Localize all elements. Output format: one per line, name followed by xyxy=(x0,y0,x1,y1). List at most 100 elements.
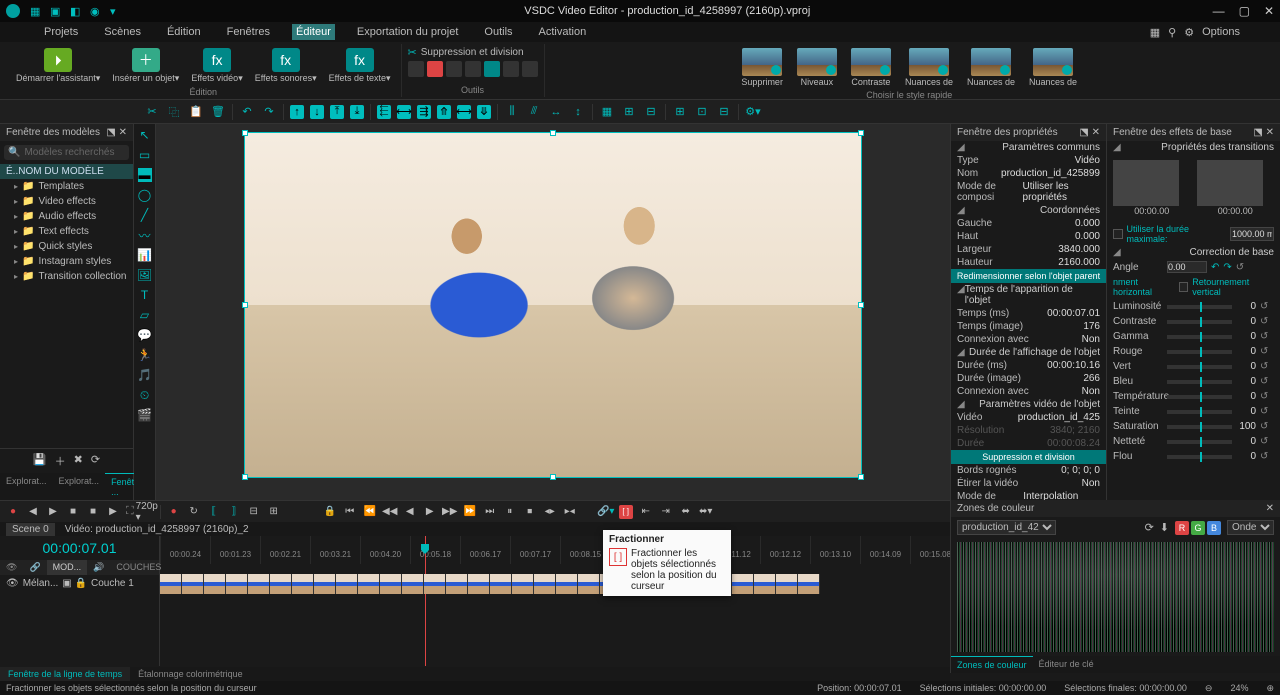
flip-v-checkbox[interactable] xyxy=(1179,282,1188,292)
start-wizard-button[interactable]: ⏵Démarrer l'assistant▾ xyxy=(12,46,104,86)
scene-tab[interactable]: Scene 0 xyxy=(6,523,55,536)
sprite-icon[interactable]: 🏃 xyxy=(138,348,152,362)
reset-icon[interactable]: ↺ xyxy=(1260,436,1274,447)
copy-icon[interactable]: ⿻ xyxy=(166,104,182,120)
chart-icon[interactable]: 📊 xyxy=(138,248,152,262)
tree-item[interactable]: 📁 Instagram styles xyxy=(0,254,133,269)
redo-icon[interactable]: ↷ xyxy=(261,104,277,120)
slider-Contraste[interactable] xyxy=(1167,320,1232,324)
add-icon[interactable]: ＋ xyxy=(55,453,66,469)
align-center-icon[interactable]: ⟷ xyxy=(397,105,411,119)
chat-icon[interactable]: 💬 xyxy=(138,328,152,342)
gear-icon[interactable]: ⚙▾ xyxy=(745,104,761,120)
resize-handle[interactable] xyxy=(242,130,248,136)
tab-audio[interactable]: 🔊 xyxy=(87,560,110,575)
scissors-icon[interactable]: ✂ xyxy=(408,46,417,59)
record-icon[interactable]: ● xyxy=(6,505,20,519)
tree-item[interactable]: 📁 Quick styles xyxy=(0,239,133,254)
video-icon[interactable]: 🎬 xyxy=(138,408,152,422)
save-icon[interactable]: 💾 xyxy=(33,453,47,469)
insert-object-button[interactable]: ＋Insérer un objet▾ xyxy=(108,46,183,86)
stop-icon[interactable]: ■ xyxy=(86,505,100,519)
mark-icon[interactable]: ◂▸ xyxy=(543,505,557,519)
style-niveaux[interactable]: Niveaux xyxy=(793,46,841,89)
mark-out-icon[interactable]: ⟧ xyxy=(227,505,241,519)
play-back-icon[interactable]: ◀ xyxy=(403,505,417,519)
reset-icon[interactable]: ↺ xyxy=(1260,451,1274,462)
prop-section[interactable]: Durée de l'affichage de l'objet xyxy=(951,346,1106,359)
eye-icon[interactable]: 👁 xyxy=(0,560,23,575)
tab-explorat2[interactable]: Explorat... xyxy=(53,473,106,500)
delete-icon[interactable]: 🗑 xyxy=(210,104,226,120)
zoom-out-icon[interactable]: ⊟ xyxy=(643,104,659,120)
trim-icon[interactable]: ⬌▾ xyxy=(699,505,713,519)
supp-div-button[interactable]: Suppression et division xyxy=(951,450,1106,464)
stop-icon[interactable]: ■ xyxy=(66,505,80,519)
slider-Vert[interactable] xyxy=(1167,365,1232,369)
rotate-right-icon[interactable]: ↷ xyxy=(1223,262,1231,273)
resize-handle[interactable] xyxy=(242,302,248,308)
mark-icon[interactable]: ▸◂ xyxy=(563,505,577,519)
transition-out-thumb[interactable] xyxy=(1197,160,1263,206)
tab-couches[interactable]: COUCHES xyxy=(110,560,167,575)
align-top-icon[interactable]: ⤊ xyxy=(437,105,451,119)
loop-icon[interactable]: ↻ xyxy=(187,505,201,519)
menu-activation[interactable]: Activation xyxy=(535,24,591,40)
audio-icon[interactable]: 🎵 xyxy=(138,368,152,382)
qa-icon[interactable]: ◉ xyxy=(90,5,102,17)
split-button[interactable]: [ ] xyxy=(619,505,633,519)
play-icon[interactable]: ▶ xyxy=(423,505,437,519)
reset-icon[interactable]: ↺ xyxy=(1260,391,1274,402)
split-icon[interactable]: ⊞ xyxy=(267,505,281,519)
trim-icon[interactable]: ⬌ xyxy=(679,505,693,519)
trim-left-icon[interactable]: ⇤ xyxy=(639,505,653,519)
resize-parent-button[interactable]: Redimensionner selon l'objet parent xyxy=(951,269,1106,283)
align-right-icon[interactable]: ⇶ xyxy=(417,105,431,119)
goto-end-icon[interactable]: ⏭ xyxy=(483,505,497,519)
tree-header[interactable]: É..NOM DU MODÈLE xyxy=(0,164,133,179)
rect-icon[interactable]: ▬ xyxy=(138,168,152,182)
preview-canvas[interactable] xyxy=(156,124,950,500)
g-chip[interactable]: G xyxy=(1191,521,1205,535)
close-button[interactable]: ✕ xyxy=(1264,4,1274,18)
tool-icon[interactable] xyxy=(446,61,462,77)
qa-icon[interactable]: ▾ xyxy=(110,5,122,17)
tool-icon[interactable] xyxy=(522,61,538,77)
scope-mode-select[interactable]: Onde xyxy=(1227,520,1274,535)
use-max-checkbox[interactable] xyxy=(1113,229,1123,239)
rotate-left-icon[interactable]: ↶ xyxy=(1211,262,1219,273)
search-input[interactable]: 🔍 Modèles recherchés xyxy=(4,145,129,160)
same-width-icon[interactable]: ↔ xyxy=(548,104,564,120)
paste-icon[interactable]: 📋 xyxy=(188,104,204,120)
reset-icon[interactable]: ↺ xyxy=(1260,421,1274,432)
pin-icon[interactable]: ⚲ xyxy=(1168,26,1176,39)
resize-handle[interactable] xyxy=(550,130,556,136)
zoom-in-icon[interactable]: ⊕ xyxy=(1266,683,1274,694)
undo-icon[interactable]: ↶ xyxy=(239,104,255,120)
tool-icon[interactable] xyxy=(503,61,519,77)
mark-in-icon[interactable]: ⟦ xyxy=(207,505,221,519)
align-bottom-icon[interactable]: ⤋ xyxy=(477,105,491,119)
layout-icon[interactable]: ▦ xyxy=(1150,26,1160,39)
rw-icon[interactable]: ◀ xyxy=(26,505,40,519)
menu-fenetres[interactable]: Fenêtres xyxy=(223,24,274,40)
video-effects-button[interactable]: fxEffets vidéo▾ xyxy=(187,46,246,86)
slider-Luminosité[interactable] xyxy=(1167,305,1232,309)
layer-up-icon[interactable]: ↑ xyxy=(290,105,304,119)
line-icon[interactable]: ╱ xyxy=(138,208,152,222)
slider-Gamma[interactable] xyxy=(1167,335,1232,339)
curve-icon[interactable]: 〰 xyxy=(138,228,152,242)
prop-section[interactable]: Paramètres communs xyxy=(951,141,1106,154)
reset-icon[interactable]: ↺ xyxy=(1260,361,1274,372)
tree-item[interactable]: 📁 Audio effects xyxy=(0,209,133,224)
layer-bottom-icon[interactable]: ⤓ xyxy=(350,105,364,119)
transition-in-thumb[interactable] xyxy=(1113,160,1179,206)
reset-icon[interactable]: ↺ xyxy=(1260,301,1274,312)
distribute-v-icon[interactable]: ⫻ xyxy=(526,104,542,120)
cz-icon[interactable]: ⬇ xyxy=(1160,521,1169,534)
source-select[interactable]: production_id_42 xyxy=(957,520,1056,535)
step-back-icon[interactable]: ◀◀ xyxy=(383,505,397,519)
pointer-icon[interactable]: ↖ xyxy=(138,128,152,142)
style-contraste[interactable]: Contraste xyxy=(847,46,895,89)
image-icon[interactable]: 🖼 xyxy=(138,268,152,282)
